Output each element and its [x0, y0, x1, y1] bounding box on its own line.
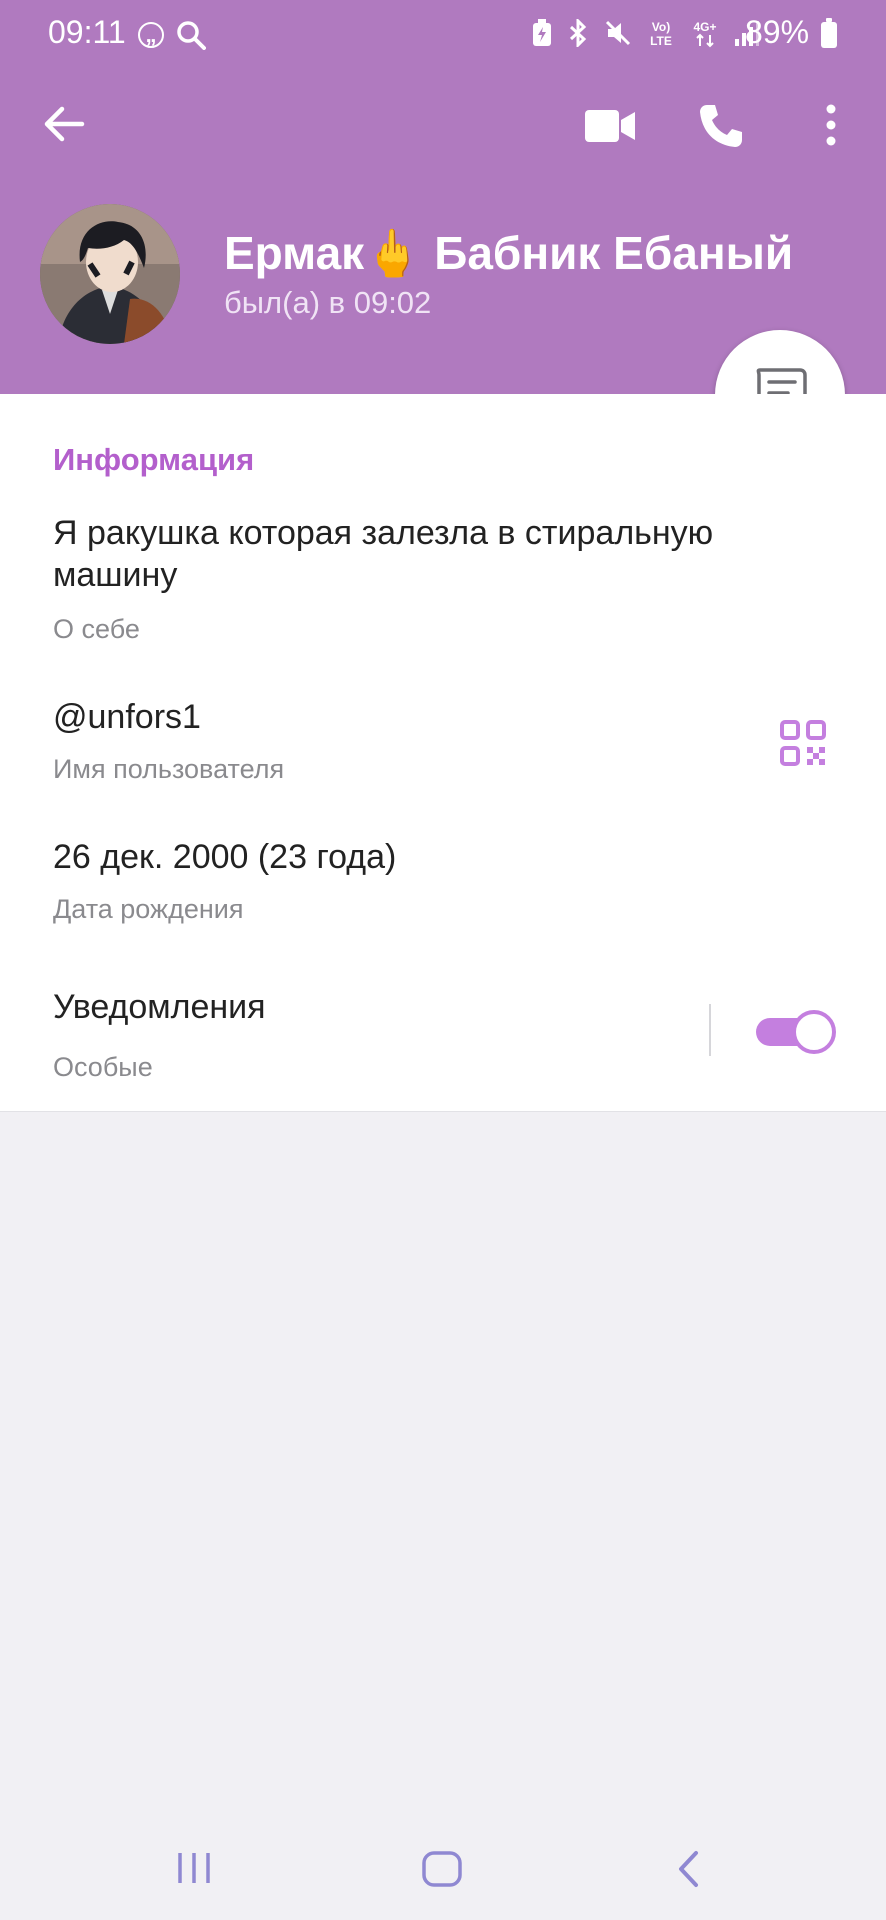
more-vertical-icon[interactable]: [826, 104, 836, 151]
quote-icon: „: [138, 22, 164, 48]
back-nav-icon[interactable]: [676, 1850, 700, 1893]
profile-name: Ермак🖕 Бабник Ебаный: [224, 227, 794, 279]
notifications-toggle[interactable]: [756, 1010, 836, 1054]
username-label: Имя пользователя: [53, 754, 285, 784]
section-title: Информация: [53, 442, 255, 477]
phone-icon[interactable]: [698, 103, 744, 154]
svg-text:Vo): Vo): [652, 20, 670, 34]
qr-code-icon[interactable]: [780, 720, 826, 771]
mute-icon: [604, 19, 632, 52]
username-value[interactable]: @unfors1: [53, 696, 201, 738]
system-nav-bar: [0, 1820, 886, 1920]
status-time: 09:11: [48, 14, 126, 50]
video-call-icon[interactable]: [585, 108, 637, 149]
bluetooth-icon: [566, 17, 590, 52]
svg-text:LTE: LTE: [650, 34, 672, 48]
battery-saver-icon: [532, 19, 552, 52]
4g-icon: 4G+: [690, 18, 720, 53]
divider: [709, 1004, 711, 1056]
search-icon: [176, 20, 206, 55]
home-icon[interactable]: [421, 1850, 463, 1893]
recent-apps-icon[interactable]: [176, 1850, 212, 1891]
birthday-label: Дата рождения: [53, 894, 244, 924]
status-bar: 09:11 „ Vo) LTE 4G+ 89%: [0, 0, 886, 70]
battery-icon: [821, 18, 837, 48]
notifications-label: Особые: [53, 1052, 153, 1082]
avatar[interactable]: [40, 204, 180, 344]
notifications-title[interactable]: Уведомления: [53, 986, 266, 1028]
svg-text:4G+: 4G+: [693, 20, 716, 34]
volte-icon: Vo) LTE: [646, 18, 676, 53]
last-seen-status: был(а) в 09:02: [224, 285, 432, 320]
bio-label: О себе: [53, 614, 140, 644]
bio-text[interactable]: Я ракушка которая залезла в стиральную м…: [53, 512, 843, 596]
info-section: Информация Я ракушка которая залезла в с…: [0, 394, 886, 1112]
battery-percentage: 89%: [745, 14, 810, 50]
toggle-thumb: [792, 1010, 836, 1054]
birthday-value[interactable]: 26 дек. 2000 (23 года): [53, 836, 396, 878]
arrow-left-icon[interactable]: [42, 104, 86, 149]
